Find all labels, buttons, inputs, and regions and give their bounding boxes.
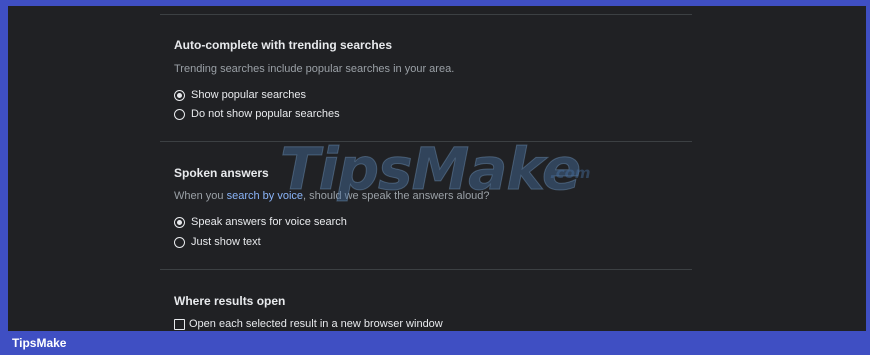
option-label: Open each selected result in a new brows… bbox=[189, 318, 443, 330]
settings-content: Auto-complete with trending searches Tre… bbox=[160, 6, 692, 331]
checkbox-unchecked-icon[interactable] bbox=[174, 318, 185, 330]
option-label: Show popular searches bbox=[191, 89, 306, 101]
description-text: , should we speak the answers aloud? bbox=[303, 190, 490, 202]
section-divider bbox=[160, 269, 692, 270]
radio-speak-answers[interactable]: Speak answers for voice search bbox=[174, 215, 347, 229]
radio-do-not-show-popular-searches[interactable]: Do not show popular searches bbox=[174, 107, 340, 121]
description-text: When you bbox=[174, 190, 227, 202]
radio-just-show-text[interactable]: Just show text bbox=[174, 235, 261, 249]
footer-brand: TipsMake bbox=[12, 336, 67, 350]
section-divider bbox=[160, 14, 692, 15]
radio-checked-icon[interactable] bbox=[174, 216, 185, 228]
settings-page: Auto-complete with trending searches Tre… bbox=[8, 6, 866, 331]
autocomplete-section-title: Auto-complete with trending searches bbox=[174, 38, 393, 52]
search-by-voice-link[interactable]: search by voice bbox=[227, 190, 303, 202]
right-frame-border bbox=[866, 0, 870, 355]
radio-unchecked-icon[interactable] bbox=[174, 108, 185, 120]
radio-checked-icon[interactable] bbox=[174, 89, 185, 101]
footer-bar: TipsMake bbox=[0, 331, 870, 355]
radio-unchecked-icon[interactable] bbox=[174, 236, 185, 248]
section-divider bbox=[160, 141, 692, 142]
option-label: Speak answers for voice search bbox=[191, 216, 347, 228]
spoken-answers-section-description: When you search by voice, should we spea… bbox=[174, 190, 490, 202]
results-open-section-title: Where results open bbox=[174, 294, 286, 308]
option-label: Do not show popular searches bbox=[191, 108, 340, 120]
radio-show-popular-searches[interactable]: Show popular searches bbox=[174, 88, 306, 102]
left-frame-border bbox=[0, 0, 8, 355]
option-label: Just show text bbox=[191, 236, 261, 248]
autocomplete-section-description: Trending searches include popular search… bbox=[174, 63, 455, 75]
checkbox-open-new-window[interactable]: Open each selected result in a new brows… bbox=[174, 317, 443, 331]
spoken-answers-section-title: Spoken answers bbox=[174, 166, 269, 180]
